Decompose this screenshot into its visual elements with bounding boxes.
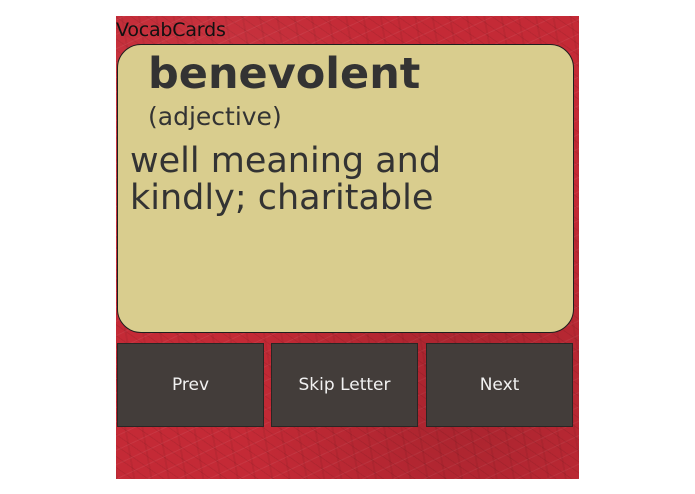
app-title: VocabCards	[116, 19, 226, 41]
next-button[interactable]: Next	[426, 343, 573, 427]
navigation-buttons: Prev Skip Letter Next	[116, 343, 579, 427]
prev-button[interactable]: Prev	[117, 343, 264, 427]
card-definition: well meaning and kindly; charitable	[130, 141, 442, 218]
card-word: benevolent	[148, 49, 421, 99]
app-window: VocabCards benevolent (adjective) well m…	[116, 16, 579, 479]
vocab-card: benevolent (adjective) well meaning and …	[117, 44, 574, 333]
card-part-of-speech: (adjective)	[148, 102, 282, 131]
skip-letter-button[interactable]: Skip Letter	[271, 343, 418, 427]
